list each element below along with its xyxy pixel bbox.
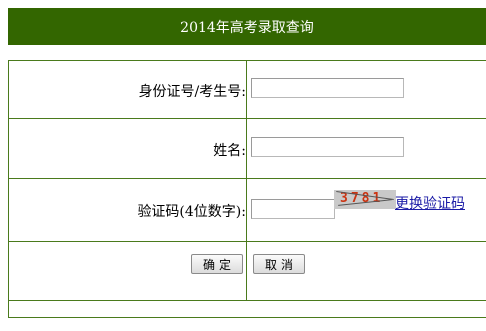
confirm-button[interactable]: 确定 [191,254,243,274]
refresh-captcha-link[interactable]: 更换验证码 [395,193,465,213]
divider [8,300,486,301]
divider [8,60,9,318]
name-input[interactable] [251,137,404,157]
query-form: 2014年高考录取查询 身份证号/考生号: 姓名: 验证码(4位数字): [8,8,486,318]
id-number-input[interactable] [251,78,404,98]
name-label: 姓名: [213,143,246,159]
captcha-label: 验证码(4位数字): [137,204,246,220]
page-title: 2014年高考录取查询 [8,8,486,45]
id-label: 身份证号/考生号: [138,84,246,100]
captcha-input[interactable] [251,199,335,219]
captcha-image: 3781 [334,190,396,209]
divider [8,60,486,61]
divider [8,241,486,242]
divider [8,317,486,318]
divider [246,60,247,301]
cancel-button[interactable]: 取消 [253,254,305,274]
divider [8,178,486,179]
divider [8,118,486,119]
